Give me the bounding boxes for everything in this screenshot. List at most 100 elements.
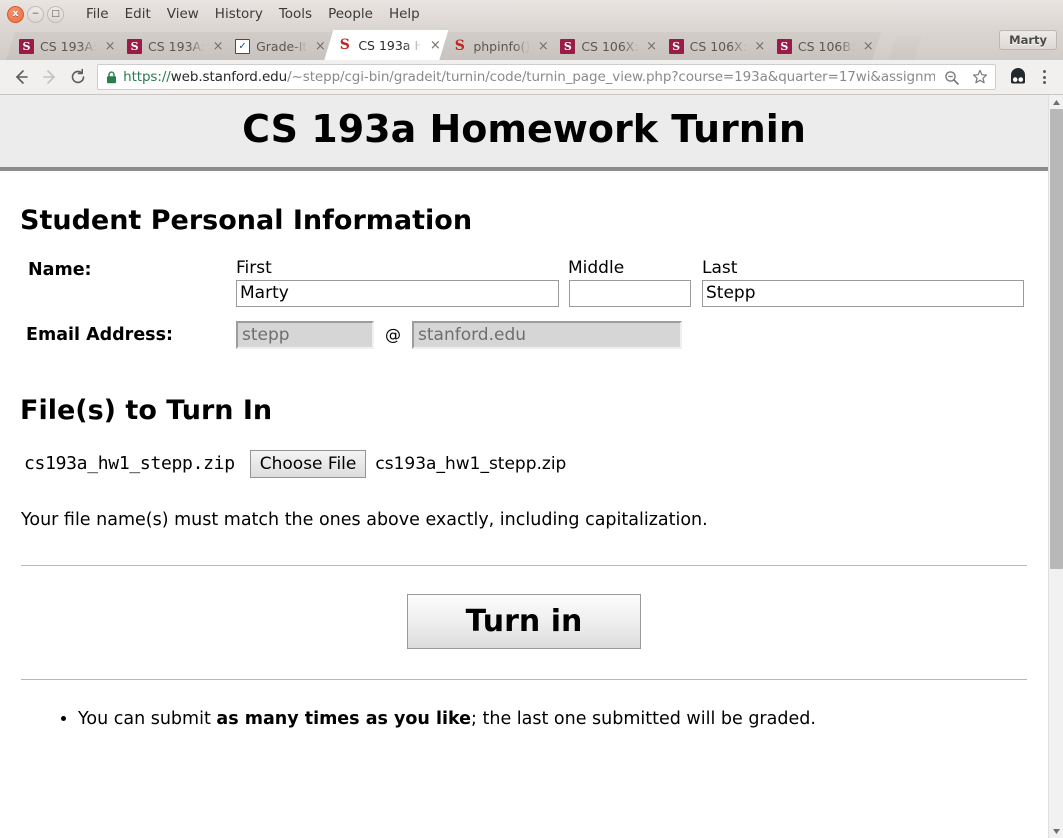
divider-bottom [21,678,1027,680]
tab-title: phpinfo() [473,38,531,54]
tab-title: CS 106X: [581,38,639,54]
menu-bar: File Edit View History Tools People Help [78,4,428,24]
browser-menu-icon[interactable] [1034,64,1055,90]
expected-file-name: cs193a_hw1_stepp.zip [24,453,235,475]
submit-row: Turn in [20,566,1028,679]
close-tab-icon[interactable]: × [536,39,550,53]
page-scrollbar[interactable] [1048,95,1063,838]
close-tab-icon[interactable]: × [211,39,225,53]
scroll-down-icon[interactable] [1049,824,1063,838]
tab-title: CS 106B: [797,38,856,54]
close-tab-icon[interactable]: × [645,39,659,53]
zoom-icon[interactable] [941,66,963,88]
menu-item-tools[interactable]: Tools [271,4,320,24]
scroll-up-icon[interactable] [1049,95,1063,109]
file-upload-row: cs193a_hw1_stepp.zip Choose File cs193a_… [20,449,1028,478]
tab-title: Grade-It [256,38,308,54]
last-name-input[interactable] [702,279,1024,307]
last-name-label: Last [702,257,738,278]
close-tab-icon[interactable]: × [313,39,327,53]
name-labels-row: Name: First Middle Last [20,258,1028,280]
email-field-group: Email Address: @ [20,320,1028,349]
tab-phpinfo[interactable]: S phpinfo() × [439,32,556,60]
close-tab-icon[interactable]: × [753,39,767,53]
title-bar: x − □ File Edit View History Tools Peopl… [0,0,1063,28]
url-text: https://web.stanford.edu/~stepp/cgi-bin/… [123,69,934,85]
close-tab-icon[interactable]: × [861,39,875,53]
reload-icon[interactable] [65,63,91,91]
profile-avatar-icon[interactable] [1008,66,1029,88]
tab-cs193a-2[interactable]: S CS 193A: × [114,32,231,60]
menu-item-edit[interactable]: Edit [117,4,159,24]
at-symbol: @ [385,325,401,345]
page-content: Student Personal Information Name: First… [0,205,1048,732]
tab-cs106x-2[interactable]: S CS 106X: × [656,32,773,60]
menu-item-history[interactable]: History [207,4,271,24]
tab-title: CS 193A: [40,38,98,54]
tab-title: CS 106X: [689,38,747,54]
stanford-tree-icon: S [339,37,350,53]
page-banner: CS 193a Homework Turnin [0,95,1048,171]
tab-cs106b[interactable]: S CS 106B: × [764,32,881,60]
url-path: /~stepp/cgi-bin/gradeit/turnin/code/turn… [287,69,935,85]
tab-title: CS 193A: [148,38,206,54]
tab-grade-it[interactable]: ✓ Grade-It × [222,32,333,60]
bookmark-star-icon[interactable] [969,66,991,88]
tab-cs193a-1[interactable]: S CS 193A: × [6,32,123,60]
first-name-label: First [236,257,272,278]
turn-in-button[interactable]: Turn in [406,593,642,649]
url-scheme: https:// [123,69,171,85]
stanford-s-icon: S [127,39,142,54]
scrollbar-thumb[interactable] [1050,109,1063,569]
file-name-note: Your file name(s) must match the ones ab… [21,509,708,530]
lock-icon [106,70,117,84]
browser-toolbar: https://web.stanford.edu/~stepp/cgi-bin/… [0,60,1063,95]
files-heading: File(s) to Turn In [20,394,273,426]
new-tab-button[interactable] [888,36,922,60]
tab-title: CS 193a H [358,37,423,53]
first-name-input[interactable] [236,279,559,307]
chosen-file-name: cs193a_hw1_stepp.zip [375,453,567,474]
address-bar[interactable]: https://web.stanford.edu/~stepp/cgi-bin/… [97,64,996,90]
stanford-tree-icon: S [454,38,465,54]
tip-text-bold: as many times as you like [216,708,472,729]
tab-strip: S CS 193A: × S CS 193A: × ✓ Grade-It × S… [0,28,1063,60]
page-title: CS 193a Homework Turnin [242,107,806,151]
choose-file-button[interactable]: Choose File [249,449,367,478]
url-host: web.stanford.edu [170,69,288,85]
email-domain-input [412,320,682,349]
profile-chip-marty[interactable]: Marty [999,30,1057,50]
close-tab-icon[interactable]: × [428,38,442,52]
name-inputs-row [20,279,1028,307]
menu-item-people[interactable]: People [320,4,381,24]
menu-item-view[interactable]: View [159,4,207,24]
stanford-s-icon: S [669,39,684,54]
checkbox-icon: ✓ [235,39,250,54]
list-item: You can submit as many times as you like… [78,706,1028,732]
minimize-window-icon[interactable]: − [27,5,44,23]
browser-window: x − □ File Edit View History Tools Peopl… [0,0,1063,838]
name-label: Name: [28,259,92,280]
stanford-s-icon: S [560,39,575,54]
maximize-window-icon[interactable]: □ [47,5,64,23]
menu-item-file[interactable]: File [78,4,117,24]
personal-info-heading: Student Personal Information [20,204,473,236]
tab-cs193a-homework-turnin[interactable]: S CS 193a H × [324,30,448,60]
stanford-s-icon: S [19,39,34,54]
middle-name-input[interactable] [569,279,691,307]
back-icon[interactable] [8,63,34,91]
name-field-group: Name: First Middle Last [20,258,1028,307]
turnin-page: CS 193a Homework Turnin Student Personal… [0,95,1048,838]
close-tab-icon[interactable]: × [103,39,117,53]
tips-list: You can submit as many times as you like… [20,706,1028,732]
middle-name-label: Middle [568,257,625,278]
close-window-icon[interactable]: x [7,5,24,23]
forward-icon[interactable] [36,63,62,91]
tip-text-before: You can submit [78,708,217,729]
stanford-s-icon: S [777,39,792,54]
page-viewport: CS 193a Homework Turnin Student Personal… [0,95,1063,838]
email-label: Email Address: [26,324,174,345]
tip-text-after: ; the last one submitted will be graded. [471,708,816,729]
menu-item-help[interactable]: Help [381,4,428,24]
tab-cs106x-1[interactable]: S CS 106X: × [547,32,664,60]
